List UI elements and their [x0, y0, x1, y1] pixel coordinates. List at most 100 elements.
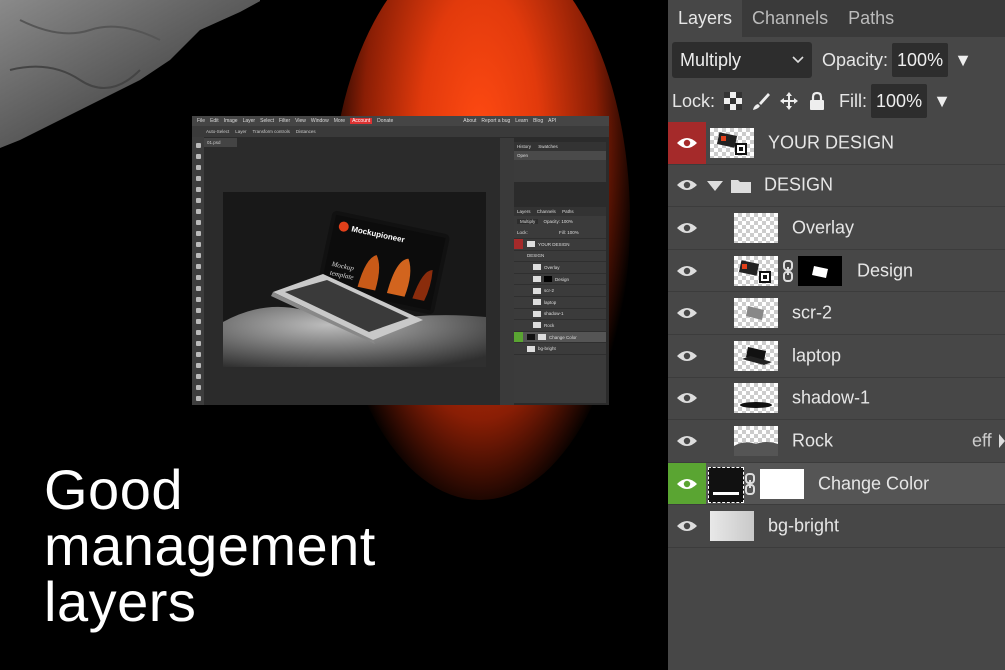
mini-menu-blog: Blog: [533, 118, 544, 124]
caret-down-icon[interactable]: [706, 180, 724, 192]
mini-layers-tab: Layers: [517, 209, 531, 214]
eye-icon[interactable]: [668, 292, 706, 334]
layer-thumbnail: [734, 383, 778, 414]
eye-icon[interactable]: [668, 378, 706, 420]
layers-list: YOUR DESIGN DESIGN Overlay Design scr-2 …: [668, 122, 1005, 548]
eye-icon[interactable]: [668, 250, 706, 292]
layer-name: Design: [857, 260, 914, 281]
mini-menu-account: Account: [350, 118, 373, 124]
mini-layer-row: Design: [514, 274, 606, 286]
caret-right-icon[interactable]: [999, 430, 1005, 452]
mini-layer-row: YOUR DESIGN: [514, 239, 606, 251]
mini-layer-name: shadow-1: [544, 311, 564, 317]
mini-side-strip: [500, 138, 514, 405]
layer-name: DESIGN: [764, 174, 834, 195]
layer-name: Rock: [792, 430, 834, 451]
eye-icon[interactable]: [668, 165, 706, 207]
layer-row-design[interactable]: Design: [668, 250, 1005, 293]
eye-icon[interactable]: [668, 462, 706, 505]
layer-row-your-design[interactable]: YOUR DESIGN: [668, 122, 1005, 165]
opacity-dropdown-icon[interactable]: ▼: [954, 50, 972, 71]
mini-lock-label: Lock:: [517, 230, 528, 235]
mini-layer-row: Rock: [514, 320, 606, 332]
blend-mode-value: Multiply: [680, 49, 742, 70]
chain-link-icon[interactable]: [782, 259, 794, 282]
eye-icon[interactable]: [668, 122, 706, 164]
layers-panel: Layers Channels Paths Multiply Opacity: …: [668, 0, 1005, 670]
layer-row-shadow-1[interactable]: shadow-1: [668, 378, 1005, 421]
move-icon[interactable]: [779, 91, 799, 111]
lock-icon[interactable]: [807, 91, 827, 111]
layer-thumbnail: [734, 298, 778, 329]
mini-layer-name: YOUR DESIGN: [538, 241, 570, 247]
headline-line-1: Good: [44, 458, 183, 521]
layer-row-overlay[interactable]: Overlay: [668, 207, 1005, 250]
mini-channels-tab: Channels: [536, 209, 556, 214]
layer-name: shadow-1: [792, 387, 871, 408]
editor-screenshot: File Edit Image Layer Select Filter View…: [192, 116, 609, 405]
layer-thumbnail: [734, 212, 778, 243]
headline: Good management layers: [44, 462, 376, 630]
layer-thumbnail: [710, 127, 754, 158]
opacity-label: Opacity:: [822, 49, 889, 70]
mini-opt-layer: Layer: [235, 129, 247, 134]
layer-row-bg-bright[interactable]: bg-bright: [668, 505, 1005, 548]
layer-row-laptop[interactable]: laptop: [668, 335, 1005, 378]
chevron-down-icon: [792, 56, 804, 64]
tab-paths[interactable]: Paths: [838, 8, 904, 37]
chain-link-icon[interactable]: [744, 472, 756, 495]
mini-menu-window: Window: [310, 118, 329, 124]
blend-mode-select[interactable]: Multiply: [672, 42, 812, 78]
layer-mask-thumbnail: [798, 255, 842, 286]
mini-menu-learn: Learn: [515, 118, 529, 124]
eye-icon[interactable]: [668, 335, 706, 377]
mini-menu-select: Select: [260, 118, 275, 124]
eye-icon[interactable]: [668, 420, 706, 462]
mini-toolbar: [192, 137, 204, 405]
mini-menu-view: View: [295, 118, 306, 124]
layer-row-design-group[interactable]: DESIGN: [668, 165, 1005, 208]
layer-thumbnail: [734, 255, 778, 286]
mini-layer-name: DESIGN: [527, 253, 545, 259]
layer-effects-label[interactable]: eff: [972, 430, 992, 451]
mini-fill: 100%: [567, 230, 579, 235]
layer-name: Overlay: [792, 217, 855, 238]
mini-menu-more: More: [333, 118, 346, 124]
mini-layer-name: Design: [555, 276, 570, 282]
opacity-input[interactable]: 100%: [892, 43, 949, 77]
layer-row-change-color[interactable]: Change Color: [668, 462, 1005, 506]
layer-row-rock[interactable]: Rock eff: [668, 420, 1005, 463]
mini-layer-row: laptop: [514, 297, 606, 309]
mini-layer-row: DESIGN: [514, 251, 606, 263]
mini-menu-edit: Edit: [210, 118, 219, 124]
mini-menu-about: About: [463, 118, 477, 124]
fill-input[interactable]: 100%: [871, 84, 928, 118]
tab-layers[interactable]: Layers: [668, 0, 743, 37]
mini-menu-report: Report a bug: [481, 118, 511, 124]
mini-layer-name: bg-bright: [538, 346, 556, 352]
mini-opacity-label: Opacity:: [543, 219, 561, 224]
brush-icon[interactable]: [751, 91, 771, 111]
fill-dropdown-icon[interactable]: ▼: [933, 91, 951, 112]
eye-icon[interactable]: [668, 207, 706, 249]
lock-transparency-icon[interactable]: [723, 91, 743, 111]
mini-menubar: File Edit Image Layer Select Filter View…: [192, 116, 609, 126]
mini-layer-row: Overlay: [514, 262, 606, 274]
layer-name: YOUR DESIGN: [768, 132, 895, 153]
layer-name: Change Color: [818, 473, 930, 494]
tab-channels[interactable]: Channels: [742, 8, 838, 37]
layer-row-scr-2[interactable]: scr-2: [668, 292, 1005, 335]
blend-opacity-row: Multiply Opacity: 100% ▼: [672, 42, 972, 78]
eye-icon[interactable]: [668, 505, 706, 547]
mini-layer-name: laptop: [544, 299, 557, 305]
headline-line-2: management: [44, 514, 376, 577]
mini-swatches-tab: Swatches: [538, 144, 558, 149]
mini-paths-tab: Paths: [562, 209, 574, 214]
layer-thumbnail: [734, 425, 778, 456]
mini-fill-label: Fill:: [559, 230, 567, 235]
mini-opt-autoselect: Auto-Select: [206, 129, 230, 134]
mini-menu-api: API: [548, 118, 557, 124]
layer-name: bg-bright: [768, 515, 840, 536]
mini-menu-filter: Filter: [279, 118, 291, 124]
mini-layer-name: Overlay: [544, 264, 560, 270]
